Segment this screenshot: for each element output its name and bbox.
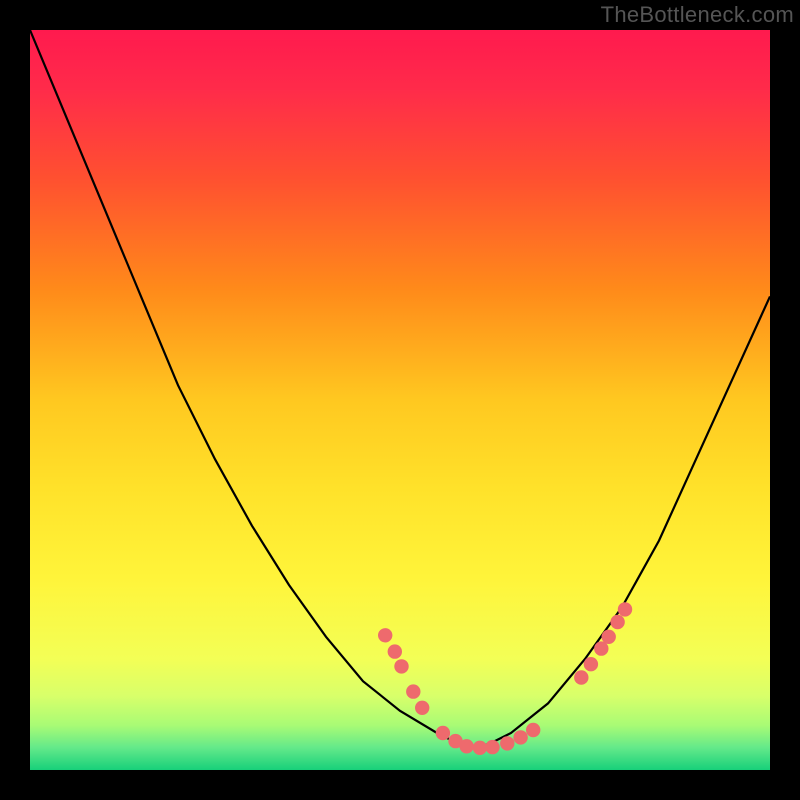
chart-frame: TheBottleneck.com bbox=[0, 0, 800, 800]
highlight-dot bbox=[584, 657, 598, 671]
highlight-dot bbox=[602, 630, 616, 644]
highlight-dot bbox=[436, 726, 450, 740]
highlight-dot bbox=[388, 644, 402, 658]
highlight-dot bbox=[473, 741, 487, 755]
highlight-dot bbox=[618, 602, 632, 616]
highlight-dot bbox=[415, 701, 429, 715]
highlight-dot bbox=[406, 684, 420, 698]
highlight-dot bbox=[513, 730, 527, 744]
highlight-dot bbox=[526, 723, 540, 737]
plot-background bbox=[30, 30, 770, 770]
highlight-dot bbox=[485, 740, 499, 754]
bottleneck-chart bbox=[0, 0, 800, 800]
highlight-dot bbox=[574, 670, 588, 684]
highlight-dot bbox=[378, 628, 392, 642]
highlight-dot bbox=[394, 659, 408, 673]
highlight-dot bbox=[610, 615, 624, 629]
watermark-text: TheBottleneck.com bbox=[601, 2, 794, 28]
highlight-dot bbox=[500, 736, 514, 750]
highlight-dot bbox=[459, 739, 473, 753]
